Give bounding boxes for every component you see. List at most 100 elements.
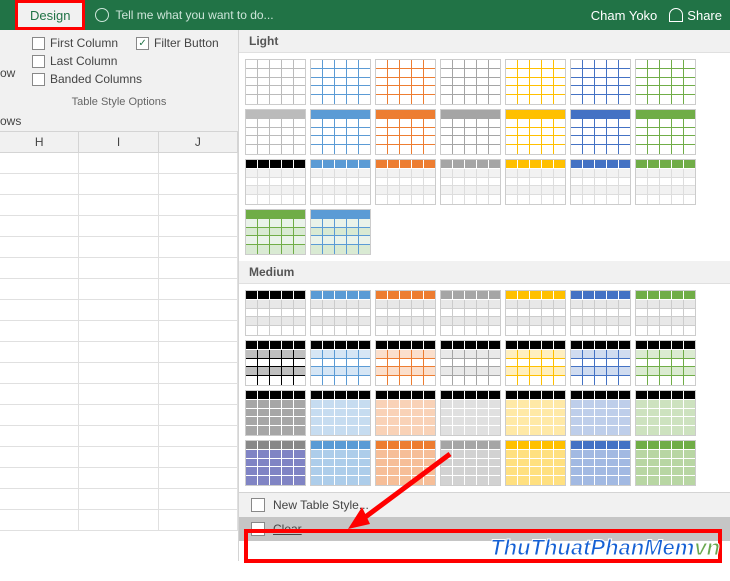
table-style-swatch[interactable] bbox=[310, 159, 371, 205]
cell[interactable] bbox=[79, 426, 158, 446]
table-style-swatch[interactable] bbox=[440, 159, 501, 205]
table-style-swatch[interactable] bbox=[505, 340, 566, 386]
table-style-swatch[interactable] bbox=[310, 340, 371, 386]
cell[interactable] bbox=[159, 342, 238, 362]
table-style-swatch[interactable] bbox=[375, 290, 436, 336]
cell[interactable] bbox=[79, 258, 158, 278]
cell[interactable] bbox=[0, 300, 79, 320]
tab-design[interactable]: Design bbox=[15, 0, 85, 30]
cell[interactable] bbox=[79, 237, 158, 257]
table-style-swatch[interactable] bbox=[635, 440, 696, 486]
table-style-swatch[interactable] bbox=[570, 159, 631, 205]
cell[interactable] bbox=[79, 363, 158, 383]
table-style-swatch[interactable] bbox=[505, 290, 566, 336]
table-style-swatch[interactable] bbox=[440, 290, 501, 336]
table-style-swatch[interactable] bbox=[570, 440, 631, 486]
cell[interactable] bbox=[79, 279, 158, 299]
table-style-swatch[interactable] bbox=[635, 390, 696, 436]
table-style-swatch[interactable] bbox=[505, 159, 566, 205]
table-style-swatch[interactable] bbox=[635, 59, 696, 105]
checkbox-banded-columns[interactable]: Banded Columns bbox=[32, 72, 142, 86]
cell[interactable] bbox=[79, 195, 158, 215]
table-style-swatch[interactable] bbox=[440, 59, 501, 105]
cell[interactable] bbox=[159, 195, 238, 215]
cell[interactable] bbox=[79, 489, 158, 509]
column-header[interactable]: J bbox=[159, 132, 238, 152]
table-style-swatch[interactable] bbox=[570, 340, 631, 386]
table-style-swatch[interactable] bbox=[310, 440, 371, 486]
table-style-swatch[interactable] bbox=[245, 290, 306, 336]
table-style-swatch[interactable] bbox=[245, 159, 306, 205]
table-style-swatch[interactable] bbox=[375, 390, 436, 436]
cell[interactable] bbox=[0, 258, 79, 278]
cell[interactable] bbox=[0, 153, 79, 173]
table-style-swatch[interactable] bbox=[375, 440, 436, 486]
cell[interactable] bbox=[79, 216, 158, 236]
cell[interactable] bbox=[0, 195, 79, 215]
table-style-swatch[interactable] bbox=[570, 390, 631, 436]
cell[interactable] bbox=[0, 342, 79, 362]
cell[interactable] bbox=[79, 321, 158, 341]
table-style-swatch[interactable] bbox=[570, 59, 631, 105]
cell[interactable] bbox=[159, 153, 238, 173]
menu-clear[interactable]: Clear bbox=[239, 517, 730, 541]
cell[interactable] bbox=[0, 174, 79, 194]
table-style-swatch[interactable] bbox=[310, 390, 371, 436]
cell[interactable] bbox=[0, 510, 79, 530]
cell[interactable] bbox=[159, 174, 238, 194]
table-style-swatch[interactable] bbox=[635, 159, 696, 205]
table-style-swatch[interactable] bbox=[245, 109, 306, 155]
cell[interactable] bbox=[159, 447, 238, 467]
table-style-swatch[interactable] bbox=[440, 340, 501, 386]
cell[interactable] bbox=[79, 342, 158, 362]
tellme-search[interactable]: Tell me what you want to do... bbox=[95, 8, 273, 22]
cell[interactable] bbox=[159, 426, 238, 446]
cell[interactable] bbox=[159, 405, 238, 425]
table-style-swatch[interactable] bbox=[245, 59, 306, 105]
table-style-swatch[interactable] bbox=[505, 59, 566, 105]
table-style-swatch[interactable] bbox=[635, 290, 696, 336]
cell[interactable] bbox=[79, 153, 158, 173]
cell[interactable] bbox=[159, 489, 238, 509]
table-style-swatch[interactable] bbox=[375, 159, 436, 205]
table-style-swatch[interactable] bbox=[635, 340, 696, 386]
table-style-swatch[interactable] bbox=[245, 209, 306, 255]
table-style-swatch[interactable] bbox=[245, 340, 306, 386]
cell[interactable] bbox=[0, 405, 79, 425]
cell[interactable] bbox=[0, 384, 79, 404]
checkbox-first-column[interactable]: First Column bbox=[32, 36, 118, 50]
table-style-swatch[interactable] bbox=[310, 109, 371, 155]
cell[interactable] bbox=[159, 510, 238, 530]
table-style-swatch[interactable] bbox=[505, 109, 566, 155]
cell[interactable] bbox=[79, 300, 158, 320]
table-style-swatch[interactable] bbox=[310, 209, 371, 255]
cell[interactable] bbox=[159, 384, 238, 404]
table-style-swatch[interactable] bbox=[245, 390, 306, 436]
table-style-swatch[interactable] bbox=[310, 59, 371, 105]
cell[interactable] bbox=[0, 426, 79, 446]
cell[interactable] bbox=[79, 510, 158, 530]
table-style-swatch[interactable] bbox=[570, 290, 631, 336]
table-style-swatch[interactable] bbox=[505, 440, 566, 486]
checkbox-last-column[interactable]: Last Column bbox=[32, 54, 117, 68]
cell[interactable] bbox=[0, 447, 79, 467]
cell[interactable] bbox=[159, 300, 238, 320]
table-style-swatch[interactable] bbox=[440, 390, 501, 436]
cell[interactable] bbox=[0, 321, 79, 341]
table-style-swatch[interactable] bbox=[570, 109, 631, 155]
column-header[interactable]: H bbox=[0, 132, 79, 152]
cell[interactable] bbox=[159, 468, 238, 488]
cell[interactable] bbox=[0, 237, 79, 257]
cell[interactable] bbox=[0, 279, 79, 299]
share-button[interactable]: Share bbox=[669, 8, 722, 23]
table-style-swatch[interactable] bbox=[245, 440, 306, 486]
cell[interactable] bbox=[79, 384, 158, 404]
table-style-swatch[interactable] bbox=[375, 340, 436, 386]
cell[interactable] bbox=[159, 237, 238, 257]
cell[interactable] bbox=[0, 468, 79, 488]
cell[interactable] bbox=[79, 468, 158, 488]
table-style-swatch[interactable] bbox=[310, 290, 371, 336]
cell[interactable] bbox=[159, 258, 238, 278]
table-style-swatch[interactable] bbox=[635, 109, 696, 155]
cell[interactable] bbox=[159, 216, 238, 236]
